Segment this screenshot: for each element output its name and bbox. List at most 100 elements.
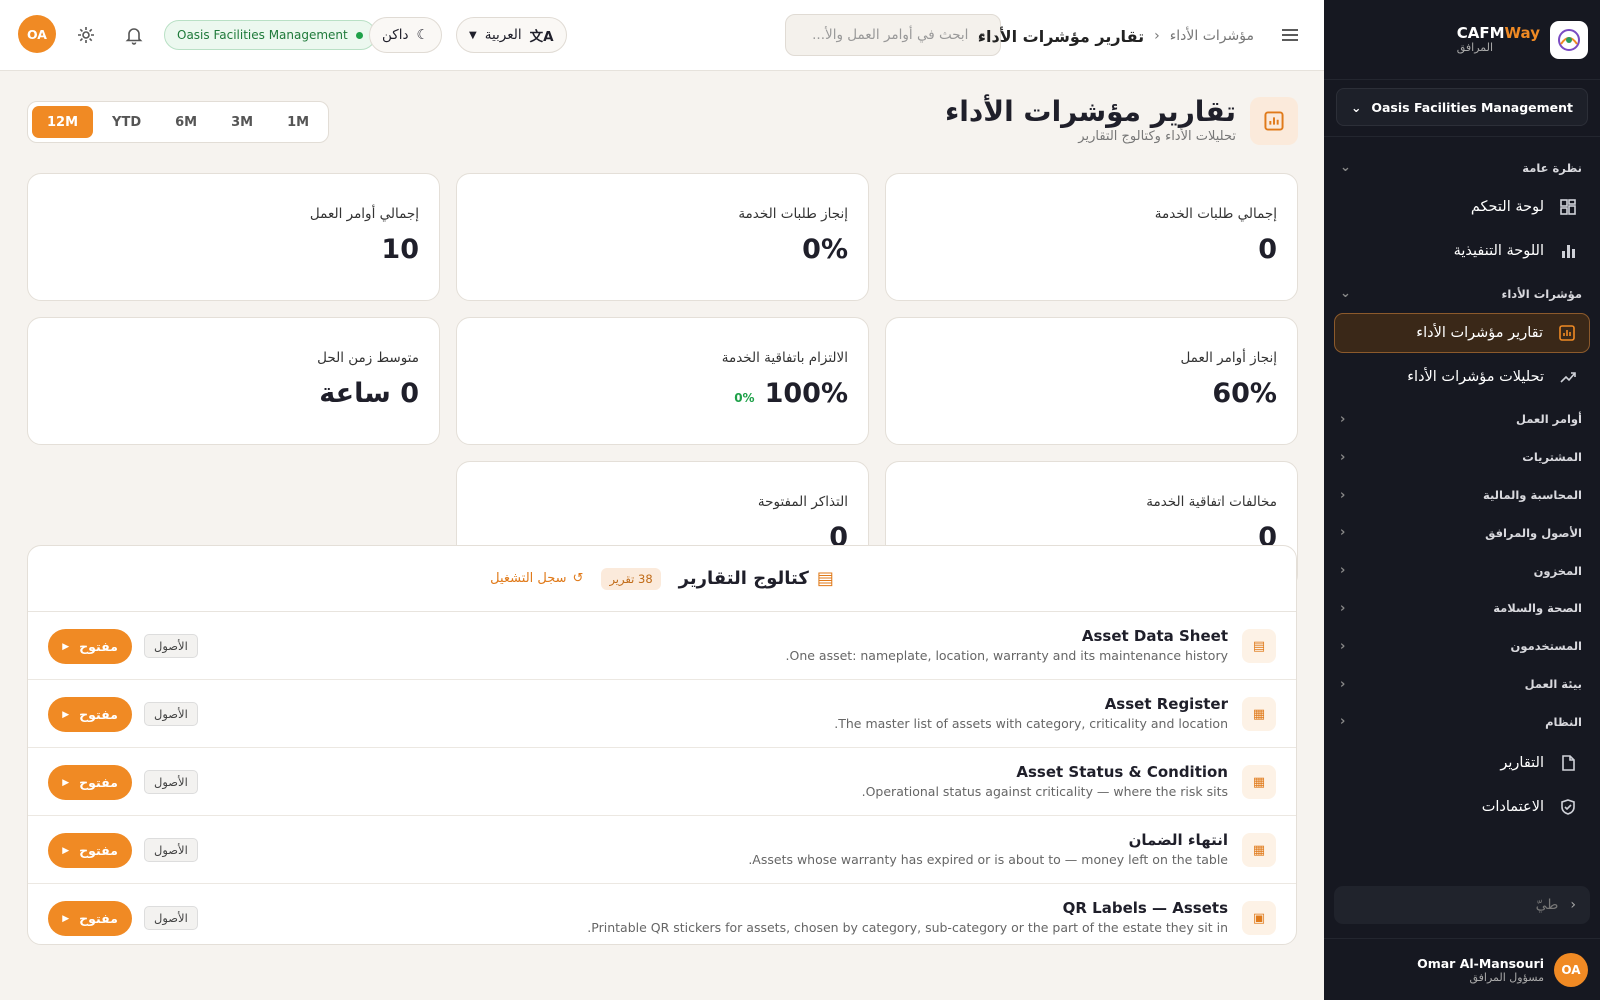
sidebar-section-collapsed[interactable]: المخزون ‹ — [1324, 552, 1600, 590]
report-count-badge: 38 تقرير — [601, 567, 661, 590]
open-report-button[interactable]: مفتوح ▶ — [48, 765, 132, 800]
period-ytd[interactable]: YTD — [97, 106, 156, 138]
period-12m[interactable]: 12M — [32, 106, 94, 138]
translate-icon: 文A — [529, 29, 554, 45]
sidebar-section-collapsed[interactable]: المحاسبة والمالية ‹ — [1324, 476, 1600, 514]
chevron-left-icon: ‹ — [1340, 487, 1346, 503]
sidebar-section-collapsed[interactable]: الأصول والمرافق ‹ — [1324, 514, 1600, 552]
open-report-button[interactable]: مفتوح ▶ — [48, 629, 132, 664]
chevron-down-icon: ⌄ — [1340, 286, 1351, 302]
report-chart-icon — [1250, 97, 1298, 145]
open-report-button[interactable]: مفتوح ▶ — [48, 901, 132, 936]
chevron-left-icon: ‹ — [1340, 600, 1346, 616]
org-status-badge: Oasis Facilities Management — [164, 20, 376, 50]
section-overview[interactable]: نظرة عامة ⌄ — [1324, 149, 1600, 187]
shield-check-icon — [1558, 797, 1578, 817]
chevron-left-icon: ‹ — [1340, 411, 1346, 427]
report-description: The master list of assets with category,… — [834, 716, 1228, 731]
sidebar-item-executive[interactable]: اللوحة التنفيذية — [1334, 231, 1590, 271]
table-row[interactable]: ▤ Asset Data Sheet One asset: nameplate, l… — [28, 612, 1296, 680]
play-icon: ▶ — [62, 845, 70, 856]
play-icon: ▶ — [62, 777, 70, 788]
report-title: QR Labels — Assets — [1062, 899, 1228, 917]
kpi-card: إنجاز طلبات الخدمة 0% — [456, 173, 869, 301]
table-row[interactable]: ▣ QR Labels — Assets Printable QR stickers… — [28, 884, 1296, 944]
sidebar-item-dashboard[interactable]: لوحة التحكم — [1334, 187, 1590, 227]
chevron-left-icon: ‹ — [1340, 714, 1346, 730]
chevron-left-icon: ‹ — [1570, 897, 1576, 913]
report-catalog: ▤ كتالوج التقارير 38 تقرير ↺ سجل التشغيل ▤… — [27, 545, 1297, 945]
sidebar-section-collapsed[interactable]: الصحة والسلامة ‹ — [1324, 590, 1600, 628]
run-log-link[interactable]: ↺ سجل التشغيل — [490, 571, 583, 586]
report-title: Asset Status & Condition — [1016, 763, 1228, 781]
caret-down-icon: ▼ — [469, 29, 477, 41]
period-1m[interactable]: 1M — [272, 106, 324, 138]
table-row[interactable]: ▦ انتهاء الضمان Assets whose warranty has … — [28, 816, 1296, 884]
table-row[interactable]: ▦ Asset Register The master list of assets… — [28, 680, 1296, 748]
section-kpi[interactable]: مؤشرات الأداء ⌄ — [1324, 275, 1600, 313]
sidebar-item-reports[interactable]: التقارير — [1334, 743, 1590, 783]
menu-icon[interactable] — [1274, 19, 1306, 51]
table-row[interactable]: ▦ Asset Status & Condition Operational sta… — [28, 748, 1296, 816]
sidebar-section-collapsed[interactable]: النظام ‹ — [1324, 703, 1600, 741]
avatar: OA — [1554, 952, 1588, 987]
open-report-button[interactable]: مفتوح ▶ — [48, 697, 132, 732]
play-icon: ▶ — [62, 913, 70, 924]
category-tag: الأصول — [144, 702, 198, 726]
sidebar: CAFMWay المرافق Oasis Facilities Managem… — [1324, 0, 1600, 1000]
category-tag: الأصول — [144, 906, 198, 930]
sidebar-section-collapsed[interactable]: بيئة العمل ‹ — [1324, 665, 1600, 703]
page-subtitle: تحليلات الأداء وكتالوج التقارير — [1078, 129, 1236, 144]
report-description: Assets whose warranty has expired or is … — [748, 852, 1228, 867]
theme-toggle[interactable]: داكن ☾ — [369, 17, 442, 53]
user-role: مسؤول المرافق — [1469, 970, 1544, 984]
period-3m[interactable]: 3M — [216, 106, 268, 138]
report-title: انتهاء الضمان — [1128, 831, 1228, 849]
play-icon: ▶ — [62, 709, 70, 720]
gear-icon[interactable] — [70, 19, 102, 51]
brand-name: CAFMWay — [1456, 24, 1540, 42]
table-icon: ▦ — [1242, 697, 1276, 731]
language-select[interactable]: ▼ العربية 文A — [456, 17, 567, 53]
chevron-left-icon: ‹ — [1340, 525, 1346, 541]
topbar: OA Oasis Facilities Management داكن ☾ ▼ ال… — [0, 0, 1324, 71]
user-avatar-button[interactable]: OA — [18, 15, 56, 53]
table-icon: ▦ — [1242, 765, 1276, 799]
report-description: Printable QR stickers for assets, chosen… — [587, 920, 1228, 935]
sidebar-section-collapsed[interactable]: المستخدمون ‹ — [1324, 627, 1600, 665]
breadcrumb-parent[interactable]: مؤشرات الأداء — [1170, 28, 1254, 44]
report-title: Asset Data Sheet — [1081, 627, 1228, 645]
moon-icon: ☾ — [416, 27, 429, 43]
qr-icon: ▣ — [1242, 901, 1276, 935]
user-profile[interactable]: OA Omar Al-Mansouri مسؤول المرافق — [1324, 938, 1600, 1000]
org-selector[interactable]: Oasis Facilities Management ⌄ — [1336, 88, 1588, 126]
chevron-left-icon: ‹ — [1340, 563, 1346, 579]
sidebar-section-collapsed[interactable]: المشتريات ‹ — [1324, 438, 1600, 476]
report-description: One asset: nameplate, location, warranty… — [785, 648, 1228, 663]
kpi-card: إجمالي أوامر العمل 10 — [27, 173, 440, 301]
catalog-title: ▤ كتالوج التقارير — [678, 568, 834, 589]
main-content: تقارير مؤشرات الأداء تحليلات الأداء وكتا… — [0, 71, 1324, 1000]
trend-icon — [1558, 367, 1578, 387]
catalog-header: ▤ كتالوج التقارير 38 تقرير ↺ سجل التشغيل — [28, 546, 1296, 612]
chevron-down-icon: ⌄ — [1351, 99, 1362, 115]
period-6m[interactable]: 6M — [160, 106, 212, 138]
page-title: تقارير مؤشرات الأداء — [944, 95, 1236, 128]
bell-icon[interactable] — [118, 19, 150, 51]
sidebar-section-collapsed[interactable]: أوامر العمل ‹ — [1324, 401, 1600, 439]
kpi-card: الالتزام باتفاقية الخدمة 100% 0% — [456, 317, 869, 445]
sidebar-collapse-search[interactable]: ‹ طيّ — [1334, 886, 1590, 924]
document-icon: ▤ — [1242, 629, 1276, 663]
sidebar-item-kpi-analytics[interactable]: تحليلات مؤشرات الأداء — [1334, 357, 1590, 397]
chevron-left-icon: ‹ — [1154, 28, 1160, 44]
open-report-button[interactable]: مفتوح ▶ — [48, 833, 132, 868]
sidebar-item-kpi-reports[interactable]: تقارير مؤشرات الأداء — [1334, 312, 1590, 353]
brand-subtitle: المرافق — [1456, 41, 1494, 54]
search-input[interactable]: ⌕ ابحث في أوامر العمل والأ... — [785, 14, 1001, 56]
sidebar-item-approvals[interactable]: الاعتمادات — [1334, 787, 1590, 827]
status-dot — [355, 31, 363, 39]
chevron-left-icon: ‹ — [1340, 676, 1346, 692]
chevron-down-icon: ⌄ — [1340, 160, 1351, 176]
category-tag: الأصول — [144, 838, 198, 862]
brand-logo-icon[interactable] — [1550, 20, 1588, 59]
